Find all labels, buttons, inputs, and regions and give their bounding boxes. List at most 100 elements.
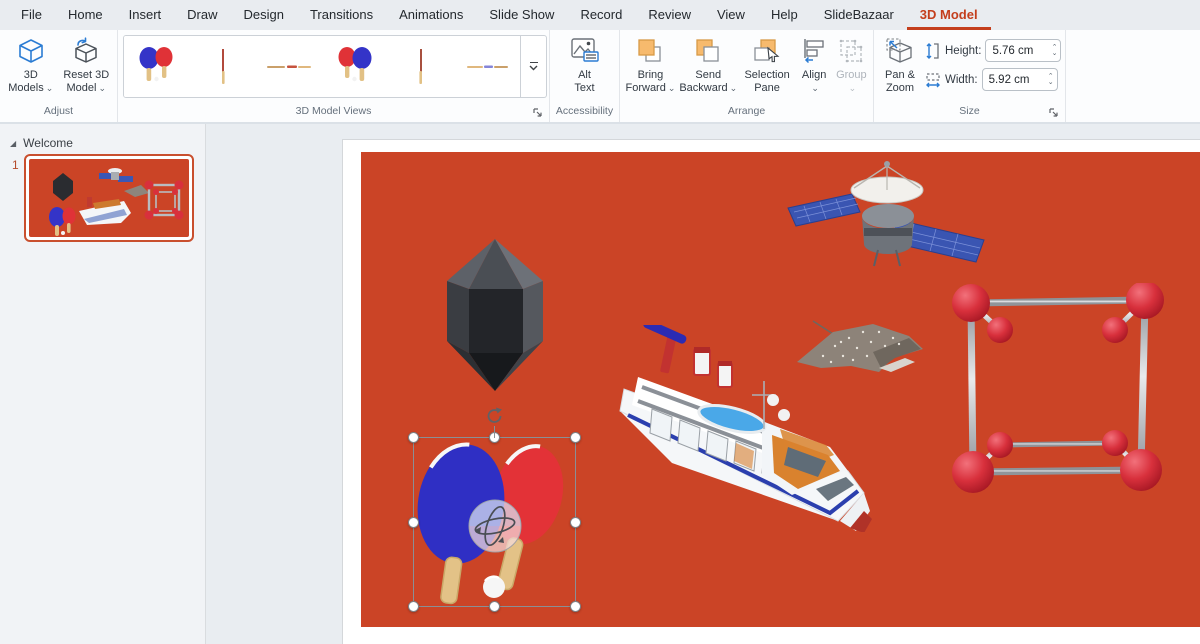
resize-handle-sw[interactable] [408, 601, 419, 612]
send-backward-button[interactable]: Send Backward ⌄ [678, 33, 739, 95]
slide-background[interactable] [361, 152, 1200, 627]
slide-1-thumbnail[interactable] [24, 154, 194, 242]
resize-handle-nw[interactable] [408, 432, 419, 443]
width-input[interactable] [982, 73, 1035, 86]
group-label-arrange: Arrange [727, 105, 766, 117]
button-label: Models ⌄ [8, 82, 54, 94]
group-arrange: Bring Forward ⌄ Send Backward ⌄ Selection … [620, 30, 874, 122]
section-header[interactable]: ◢ Welcome [0, 124, 205, 154]
resize-handle-se[interactable] [570, 601, 581, 612]
height-icon [926, 42, 939, 59]
section-title: Welcome [23, 136, 73, 150]
slide-canvas [207, 124, 1200, 644]
gallery-view-bottom[interactable] [454, 36, 520, 97]
rotate-handle-stem [494, 426, 495, 438]
height-label: Height: [945, 44, 982, 57]
button-label: 3D [23, 69, 38, 81]
gallery-more-button[interactable] [521, 35, 547, 98]
tab-slidebazaar[interactable]: SlideBazaar [811, 0, 907, 30]
button-label: Group [836, 69, 867, 81]
menubar: File Home Insert Draw Design Transitions… [0, 0, 1200, 30]
chevron-down-icon: ⌄ [811, 83, 819, 93]
tab-file[interactable]: File [8, 0, 55, 30]
tab-home[interactable]: Home [55, 0, 116, 30]
button-label: Text [574, 82, 595, 94]
height-spinner: ⌃ ⌄ [985, 39, 1062, 62]
tab-design[interactable]: Design [231, 0, 297, 30]
molecule-cube-model[interactable] [950, 283, 1198, 505]
tab-insert[interactable]: Insert [116, 0, 175, 30]
chevron-down-icon: ⌄ [729, 83, 738, 93]
group-accessibility: Alt Text Accessibility [550, 30, 620, 122]
gallery-view-side-left[interactable] [190, 36, 256, 97]
black-crystal-model[interactable] [443, 237, 548, 393]
section-collapse-icon[interactable]: ◢ [10, 139, 16, 148]
alt-text-button[interactable]: Alt Text [557, 33, 613, 95]
button-label: Model ⌄ [66, 82, 106, 94]
group-label-adjust: Adjust [43, 105, 74, 117]
chevron-down-icon [529, 65, 538, 71]
tab-transitions[interactable]: Transitions [297, 0, 386, 30]
gallery-view-back[interactable] [322, 36, 388, 97]
button-label: Align [801, 69, 827, 81]
button-label: Bring [637, 69, 664, 81]
chevron-down-icon: ⌄ [667, 83, 676, 93]
tab-slide-show[interactable]: Slide Show [476, 0, 567, 30]
dialog-launcher-icon[interactable] [532, 107, 544, 119]
reset-cube-icon [72, 36, 100, 66]
chevron-down-icon: ⌄ [98, 83, 106, 93]
button-label: Forward ⌄ [625, 82, 676, 94]
tab-view[interactable]: View [704, 0, 758, 30]
width-icon [926, 72, 940, 87]
resize-handle-s[interactable] [489, 601, 500, 612]
tab-3d-model[interactable]: 3D Model [907, 0, 991, 30]
resize-handle-e[interactable] [570, 517, 581, 528]
rotate-handle-icon[interactable] [485, 406, 505, 426]
spinner-down-icon[interactable]: ⌄ [1048, 79, 1054, 86]
satellite-model[interactable] [786, 158, 991, 270]
tab-help[interactable]: Help [758, 0, 811, 30]
spinner-down-icon[interactable]: ⌄ [1052, 50, 1058, 57]
button-label: Pane [754, 82, 780, 94]
button-label: Selection [744, 69, 790, 81]
selection-bounding-box[interactable] [408, 407, 581, 612]
tab-draw[interactable]: Draw [174, 0, 230, 30]
gallery-view-top[interactable] [256, 36, 322, 97]
gallery-more-icon [529, 61, 538, 64]
slide-number: 1 [12, 158, 19, 172]
resize-handle-ne[interactable] [570, 432, 581, 443]
reset-3d-model-button[interactable]: Reset 3D Model ⌄ [59, 33, 115, 95]
workspace: ◢ Welcome 1 [0, 124, 1200, 644]
button-label: Backward ⌄ [679, 82, 738, 94]
stingray-model[interactable] [793, 316, 928, 380]
3d-rotate-gizmo-icon[interactable] [467, 498, 523, 554]
pan-zoom-icon [885, 36, 915, 66]
selection-pane-icon [753, 36, 781, 66]
resize-handle-w[interactable] [408, 517, 419, 528]
tab-record[interactable]: Record [567, 0, 635, 30]
ribbon-spacer [1066, 30, 1200, 122]
3d-models-button[interactable]: 3D Models ⌄ [3, 33, 59, 95]
align-button[interactable]: Align ⌄ [796, 33, 833, 95]
dialog-launcher-icon[interactable] [1048, 107, 1060, 119]
gallery-view-front[interactable] [124, 36, 190, 97]
slide-1-thumbnail-preview [29, 159, 189, 237]
height-input[interactable] [986, 44, 1039, 57]
tab-animations[interactable]: Animations [386, 0, 476, 30]
selection-pane-button[interactable]: Selection Pane [739, 33, 796, 95]
gallery-items [123, 35, 521, 98]
group-button[interactable]: Group ⌄ [833, 33, 870, 95]
group-size: Pan & Zoom Height: ⌃ ⌄ [874, 30, 1066, 122]
slide-thumbnail-panel: ◢ Welcome 1 [0, 124, 206, 644]
tab-review[interactable]: Review [635, 0, 704, 30]
slide-page[interactable] [343, 140, 1200, 644]
gallery-view-side-right[interactable] [388, 36, 454, 97]
3d-model-views-gallery [123, 35, 547, 98]
3d-cube-icon [17, 36, 45, 66]
button-label: Reset 3D [63, 69, 110, 81]
group-label-3d-model-views: 3D Model Views [121, 103, 546, 122]
group-label-size: Size [877, 103, 1062, 122]
bring-forward-button[interactable]: Bring Forward ⌄ [623, 33, 678, 95]
pan-zoom-button[interactable]: Pan & Zoom [877, 33, 923, 95]
group-adjust: 3D Models ⌄ Reset 3D Model ⌄ Adjust [0, 30, 118, 122]
